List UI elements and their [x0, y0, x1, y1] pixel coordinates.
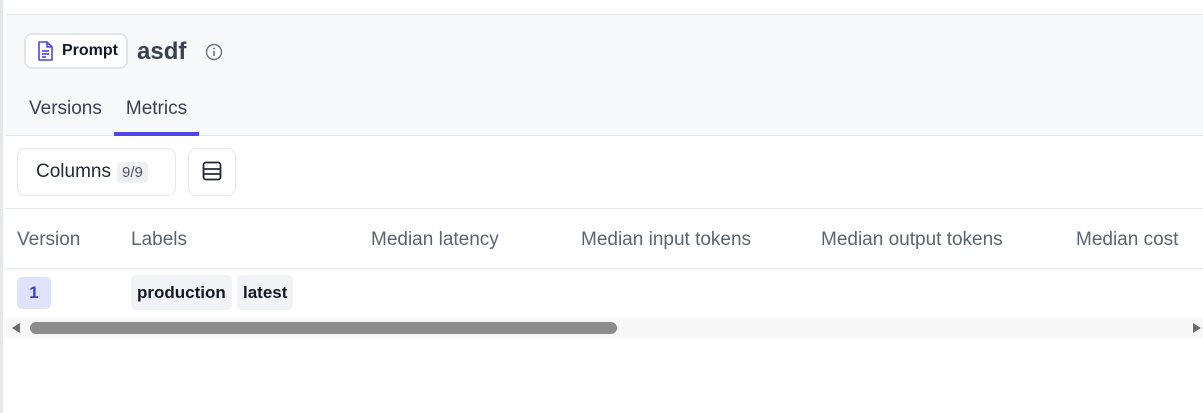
top-strip [6, 0, 1203, 15]
column-header-median-cost[interactable]: Median cost [1076, 229, 1178, 251]
label-chip: latest [237, 275, 294, 310]
column-header-labels[interactable]: Labels [131, 229, 187, 251]
page-header: Prompt asdf Versions Metrics [6, 15, 1203, 136]
rows-icon [201, 160, 223, 185]
app-frame: Prompt asdf Versions Metrics Columns 9/9 [0, 0, 1203, 413]
prompt-type-badge: Prompt [24, 33, 128, 69]
scrollbar-thumb[interactable] [30, 322, 617, 334]
table-row[interactable]: 1 production latest [6, 269, 1203, 317]
column-header-median-output-tokens[interactable]: Median output tokens [821, 229, 1003, 251]
row-density-button[interactable] [188, 148, 236, 196]
scroll-left-arrow-icon[interactable] [12, 323, 20, 333]
columns-count-badge: 9/9 [116, 161, 148, 183]
scroll-right-arrow-icon[interactable] [1193, 323, 1201, 333]
label-chip: production [131, 275, 232, 310]
version-badge: 1 [17, 277, 51, 309]
table-toolbar: Columns 9/9 [6, 136, 1203, 209]
horizontal-scrollbar[interactable] [6, 318, 1203, 338]
columns-button-label: Columns [36, 161, 111, 182]
tab-metrics[interactable]: Metrics [113, 93, 200, 136]
page-title: asdf [137, 38, 187, 65]
document-icon [36, 41, 54, 61]
column-header-median-latency[interactable]: Median latency [371, 229, 499, 251]
prompt-type-label: Prompt [62, 42, 118, 59]
tab-versions[interactable]: Versions [15, 93, 114, 136]
info-icon[interactable] [205, 43, 223, 61]
table-header-row: Version Labels Median latency Median inp… [6, 209, 1203, 269]
columns-button[interactable]: Columns 9/9 [17, 148, 176, 196]
tab-bar: Versions Metrics [15, 93, 200, 136]
column-header-version[interactable]: Version [17, 229, 80, 251]
column-header-median-input-tokens[interactable]: Median input tokens [581, 229, 751, 251]
